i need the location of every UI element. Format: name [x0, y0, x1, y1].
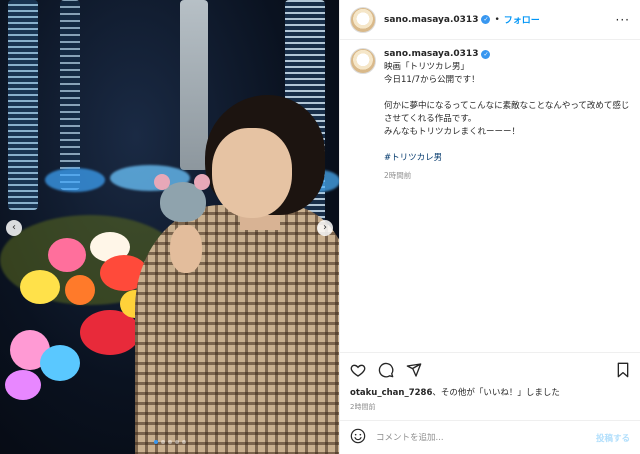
follow-button[interactable]: フォロー	[504, 13, 540, 26]
action-bar	[340, 352, 640, 386]
flower-light	[20, 270, 60, 304]
flower-light	[40, 345, 80, 381]
caption-line: 今日11/7から公開です！	[384, 75, 480, 85]
comment-input[interactable]	[376, 432, 596, 443]
comment-icon[interactable]	[378, 362, 394, 378]
light-glow	[45, 168, 105, 192]
carousel-dot	[174, 440, 179, 444]
likes-text: otaku_chan_7286、その他が「いいね！」しました	[340, 386, 640, 398]
flower-light	[48, 238, 86, 272]
tree-trunk	[180, 0, 208, 170]
caption-line: みんなもトリツカレまくれーーー！	[384, 127, 521, 137]
caption-title: 映画「トリツカレ男」	[384, 62, 470, 72]
carousel-dot	[153, 440, 158, 444]
instagram-post-modal: ‹ › sano.masaya.0313 ✓ • フォロー ··· sano.m…	[0, 0, 640, 454]
heart-icon[interactable]	[350, 362, 366, 378]
caption-username[interactable]: sano.masaya.0313	[384, 48, 478, 61]
carousel-dot	[160, 440, 165, 444]
mouse-plush	[154, 174, 210, 222]
share-icon[interactable]	[406, 362, 422, 378]
caption-area: sano.masaya.0313 ✓ 映画「トリツカレ男」 今日11/7から公開…	[340, 40, 640, 352]
comment-bar: 投稿する	[340, 420, 640, 454]
chevron-right-icon[interactable]: ›	[317, 220, 333, 236]
hand	[170, 225, 202, 273]
bookmark-icon[interactable]	[616, 362, 630, 378]
post-comment-button[interactable]: 投稿する	[596, 432, 630, 444]
houndstooth-coat	[135, 205, 339, 454]
header-username[interactable]: sano.masaya.0313	[384, 15, 478, 25]
caption-body: sano.masaya.0313 ✓ 映画「トリツカレ男」 今日11/7から公開…	[384, 48, 630, 344]
more-icon[interactable]: ···	[616, 13, 630, 27]
face	[212, 128, 292, 218]
lit-tree	[8, 0, 38, 210]
caption-line: 何かに夢中になるってこんなに素敵なことなんやって改めて感じさせてくれる作品です。	[384, 101, 630, 124]
mouse-ear	[154, 174, 170, 190]
carousel-dots	[0, 440, 339, 444]
post-photo[interactable]: ‹ ›	[0, 0, 339, 454]
emoji-icon[interactable]	[350, 428, 366, 447]
post-time: 2時間前	[350, 403, 376, 411]
caption-time: 2時間前	[384, 171, 412, 180]
caption-avatar[interactable]	[350, 48, 376, 74]
mouse-ear	[194, 174, 210, 190]
likes-suffix: 、その他が「いいね！」しました	[432, 388, 560, 398]
flower-light	[5, 370, 41, 400]
verified-icon: ✓	[481, 15, 491, 24]
carousel-dot	[181, 440, 186, 444]
separator: •	[494, 14, 500, 25]
hashtag-link[interactable]: #トリツカレ男	[384, 152, 630, 165]
post-header: sano.masaya.0313 ✓ • フォロー ···	[340, 0, 640, 40]
carousel-dot	[167, 440, 172, 444]
post-panel: sano.masaya.0313 ✓ • フォロー ··· sano.masay…	[339, 0, 640, 454]
lit-tree	[60, 0, 80, 190]
avatar[interactable]	[350, 6, 376, 33]
flower-light	[65, 275, 95, 305]
verified-icon: ✓	[481, 50, 491, 59]
chevron-left-icon[interactable]: ‹	[6, 220, 22, 236]
likes-user[interactable]: otaku_chan_7286	[350, 388, 432, 398]
